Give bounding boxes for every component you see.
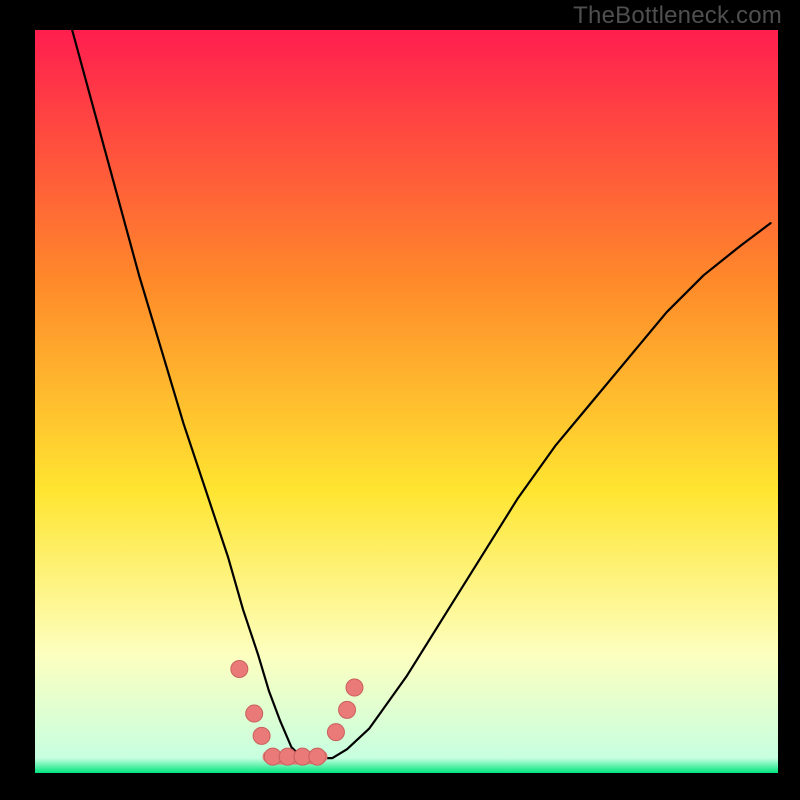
data-marker [327, 724, 344, 741]
watermark-text: TheBottleneck.com [573, 2, 782, 30]
data-marker [346, 679, 363, 696]
chart-svg [35, 30, 778, 773]
data-marker [339, 701, 356, 718]
plot-area [35, 30, 778, 773]
gradient-background [35, 30, 778, 773]
data-marker [253, 727, 270, 744]
data-marker [231, 660, 248, 677]
data-marker [246, 705, 263, 722]
chart-container: TheBottleneck.com [0, 0, 800, 800]
data-marker [309, 748, 326, 765]
